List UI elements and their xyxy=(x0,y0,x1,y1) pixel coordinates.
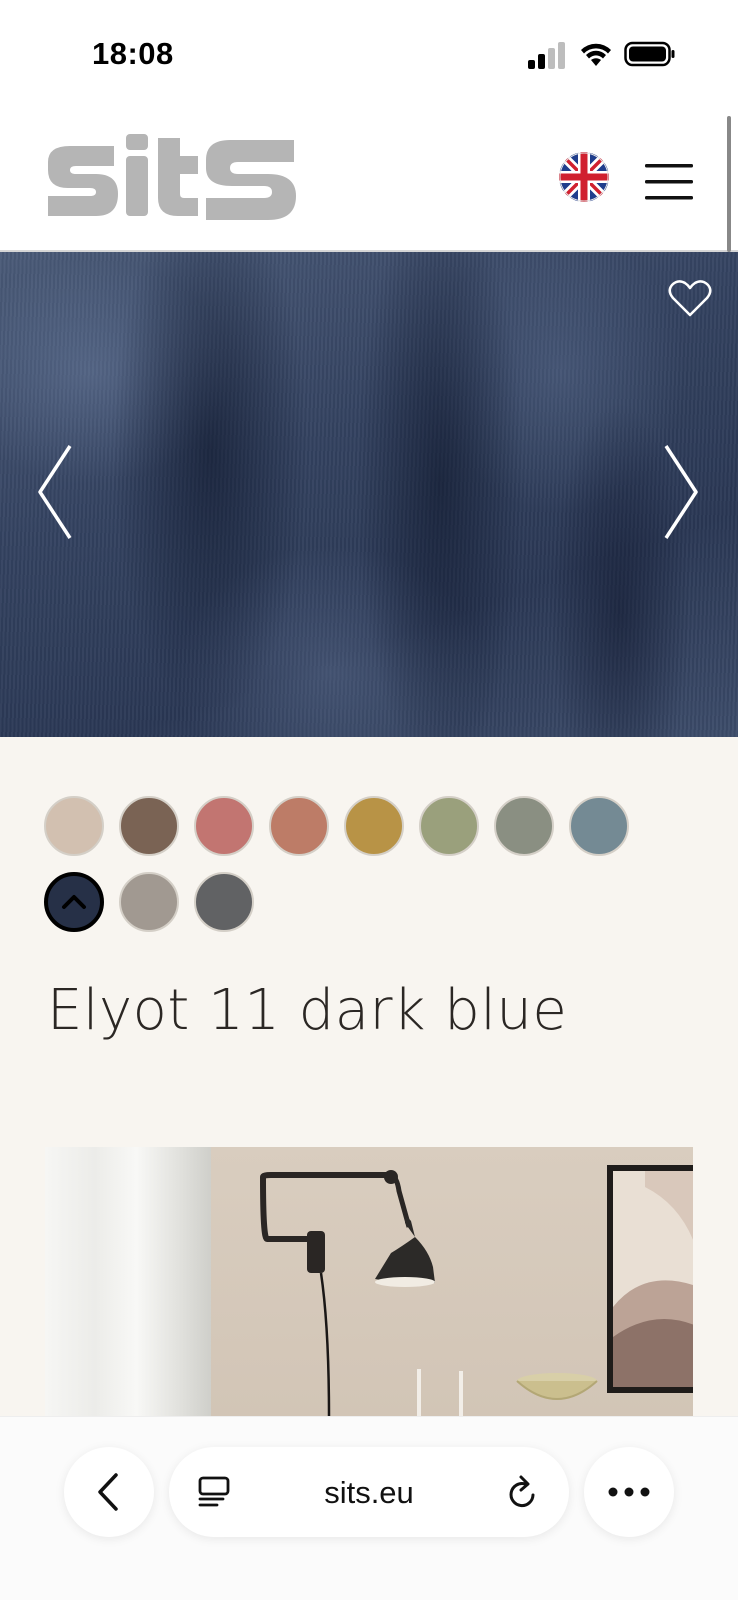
swatch[interactable] xyxy=(194,796,254,856)
chevron-left-icon[interactable] xyxy=(36,444,76,540)
status-bar: 18:08 xyxy=(0,0,738,110)
browser-toolbar: sits.eu xyxy=(0,1416,738,1600)
status-time: 18:08 xyxy=(92,36,174,71)
scrollbar[interactable] xyxy=(727,116,731,252)
more-dots-icon xyxy=(608,1487,650,1497)
swatch[interactable] xyxy=(419,796,479,856)
fabric-image xyxy=(0,252,738,737)
reload-icon[interactable] xyxy=(505,1473,541,1511)
swatch[interactable] xyxy=(494,796,554,856)
address-bar[interactable]: sits.eu xyxy=(169,1447,569,1537)
swatch[interactable] xyxy=(194,872,254,932)
more-button[interactable] xyxy=(584,1447,674,1537)
swatch-selected[interactable] xyxy=(44,872,104,932)
chevron-up-icon xyxy=(62,895,86,909)
hamburger-menu-icon[interactable] xyxy=(645,162,693,202)
wifi-icon xyxy=(581,43,611,66)
back-button[interactable] xyxy=(64,1447,154,1537)
chevron-right-icon[interactable] xyxy=(660,444,700,540)
page: 18:08 Elyot 11 dark blue sits.eu xyxy=(0,0,738,1600)
heart-outline-icon[interactable] xyxy=(668,278,712,318)
interior-photo xyxy=(45,1147,693,1417)
swatch[interactable] xyxy=(269,796,329,856)
signal-icon xyxy=(528,42,565,69)
swatch[interactable] xyxy=(119,872,179,932)
swatch[interactable] xyxy=(344,796,404,856)
uk-flag-icon[interactable] xyxy=(559,152,609,202)
swatch[interactable] xyxy=(44,796,104,856)
swatch[interactable] xyxy=(119,796,179,856)
chevron-left-icon xyxy=(98,1473,118,1511)
swatch[interactable] xyxy=(569,796,629,856)
battery-icon xyxy=(624,41,675,67)
lamp-and-art-illustration xyxy=(259,1165,693,1417)
site-header xyxy=(0,110,738,252)
product-title: Elyot 11 dark blue xyxy=(47,978,568,1043)
sits-logo[interactable] xyxy=(44,134,298,228)
